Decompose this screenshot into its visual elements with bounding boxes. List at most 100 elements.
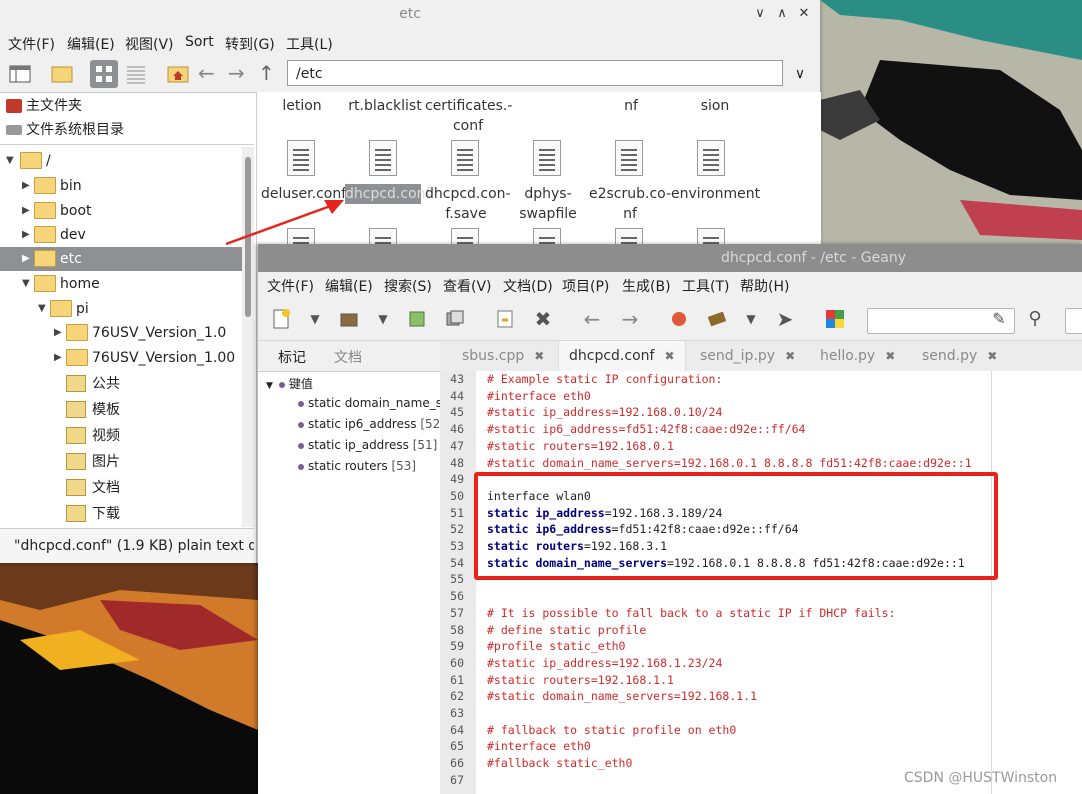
chevron-down-icon[interactable]: ∨ [790, 64, 810, 84]
expand-arrow-icon[interactable]: ▼ [266, 381, 273, 391]
tree-node-76usv-1-00[interactable]: ▶ 76USV_Version_1.00 [52, 346, 242, 370]
menu-project[interactable]: 项目(P) [562, 276, 609, 296]
tree-node-videos[interactable]: 视频 [66, 424, 242, 448]
symbol-item[interactable]: static ip6_address [52] [298, 417, 445, 431]
forward-arrow-icon[interactable]: → [228, 62, 252, 86]
tree-node-76usv-1-0[interactable]: ▶ 76USV_Version_1.0 [52, 321, 242, 345]
menu-view[interactable]: 查看(V) [443, 276, 492, 296]
text-file-icon[interactable] [451, 140, 479, 176]
close-file-icon[interactable]: ✖ [532, 308, 554, 330]
file-dhcpcd-conf-save[interactable]: dhcpcd.con- f.save [425, 184, 511, 224]
menu-tools[interactable]: 工具(T) [682, 276, 729, 296]
maximize-button[interactable]: ∧ [772, 4, 792, 24]
tree-node-pictures[interactable]: 图片 [66, 450, 242, 474]
symbol-root[interactable]: ▼ 键值 [266, 375, 313, 392]
close-tab-icon[interactable]: ✖ [534, 349, 544, 363]
symbol-item[interactable]: static ip_address [51] [298, 438, 437, 452]
tree-node-bin[interactable]: ▶ bin [20, 174, 242, 198]
tree-node-public[interactable]: 公共 [66, 372, 242, 396]
collapse-arrow-icon[interactable]: ▶ [54, 346, 66, 370]
goto-line-input[interactable] [1065, 308, 1082, 334]
forward-arrow-icon[interactable]: → [619, 308, 641, 330]
place-home[interactable]: 主文件夹 [6, 95, 82, 117]
new-tab-icon[interactable] [50, 62, 74, 86]
build-icon[interactable] [706, 308, 728, 330]
collapse-arrow-icon[interactable]: ▶ [22, 174, 34, 198]
tree-node-downloads[interactable]: 下载 [66, 502, 242, 526]
file-e2scrub-conf[interactable]: e2scrub.co- nf [587, 184, 673, 224]
file-item-label[interactable]: certificates.- conf [425, 96, 512, 136]
text-file-icon[interactable] [533, 140, 561, 176]
close-tab-icon[interactable]: ✖ [885, 349, 895, 363]
minimize-button[interactable]: ∨ [750, 4, 770, 24]
expand-arrow-icon[interactable]: ▼ [22, 272, 34, 296]
tab-documents[interactable]: 文档 [334, 347, 362, 367]
expand-arrow-icon[interactable]: ▼ [38, 297, 50, 321]
search-icon[interactable]: ⚲ [1024, 308, 1046, 330]
collapse-arrow-icon[interactable]: ▶ [22, 223, 34, 247]
file-environment[interactable]: environment [671, 184, 760, 204]
back-arrow-icon[interactable]: ← [581, 308, 603, 330]
home-icon[interactable] [166, 62, 190, 86]
new-file-icon[interactable] [270, 308, 292, 330]
execute-icon[interactable]: ➤ [774, 308, 796, 330]
new-window-icon[interactable] [8, 62, 32, 86]
file-dphys-swapfile[interactable]: dphys- swapfile [515, 184, 581, 224]
collapse-arrow-icon[interactable]: ▶ [22, 247, 34, 271]
expand-arrow-icon[interactable]: ▼ [6, 149, 18, 173]
close-tab-icon[interactable]: ✖ [664, 349, 674, 363]
text-file-icon[interactable] [369, 140, 397, 176]
menu-help[interactable]: 帮助(H) [740, 276, 789, 296]
file-item-label[interactable]: nf [601, 96, 661, 116]
new-file-dropdown-icon[interactable]: ▼ [304, 308, 326, 330]
revert-icon[interactable] [494, 308, 516, 330]
menu-file[interactable]: 文件(F) [8, 34, 55, 54]
tab-send-py[interactable]: send.py ✖ [918, 341, 1001, 371]
tree-node-home[interactable]: ▼ home [20, 272, 242, 296]
symbol-item[interactable]: static routers [53] [298, 459, 416, 473]
open-dropdown-icon[interactable]: ▼ [372, 308, 394, 330]
close-tab-icon[interactable]: ✖ [785, 349, 795, 363]
tab-symbols[interactable]: 标记 [278, 347, 306, 367]
tree-node-etc[interactable]: ▶ etc [0, 247, 242, 271]
open-file-icon[interactable] [338, 308, 360, 330]
menu-tools[interactable]: 工具(L) [286, 34, 333, 54]
compile-icon[interactable] [668, 308, 690, 330]
file-manager-titlebar[interactable]: etc ∨ ∧ ✕ [0, 0, 820, 31]
menu-file[interactable]: 文件(F) [267, 276, 314, 296]
file-item-label[interactable]: rt.blacklist [345, 96, 425, 116]
tab-send-ip-py[interactable]: send_ip.py ✖ [696, 341, 799, 371]
save-icon[interactable] [406, 308, 428, 330]
tab-hello-py[interactable]: hello.py ✖ [816, 341, 899, 371]
color-chooser-icon[interactable] [824, 308, 846, 330]
tree-node-documents[interactable]: 文档 [66, 476, 242, 500]
build-dropdown-icon[interactable]: ▼ [740, 308, 762, 330]
file-item-label[interactable]: letion [267, 96, 337, 116]
tree-node-boot[interactable]: ▶ boot [20, 199, 242, 223]
text-file-icon[interactable] [615, 140, 643, 176]
tab-sbus-cpp[interactable]: sbus.cpp ✖ [458, 341, 548, 371]
tree-node-root[interactable]: ▼ / [4, 149, 242, 173]
close-button[interactable]: ✕ [794, 4, 814, 24]
list-view-icon[interactable] [124, 62, 148, 86]
tree-node-templates[interactable]: 模板 [66, 398, 242, 422]
menu-search[interactable]: 搜索(S) [384, 276, 432, 296]
file-item-label[interactable]: sion [685, 96, 745, 116]
text-file-icon[interactable] [697, 140, 725, 176]
place-root[interactable]: 文件系统根目录 [6, 119, 124, 141]
menu-go[interactable]: 转到(G) [225, 34, 275, 54]
collapse-arrow-icon[interactable]: ▶ [22, 199, 34, 223]
up-arrow-icon[interactable]: ↑ [258, 62, 282, 86]
tree-node-pi[interactable]: ▼ pi [36, 297, 242, 321]
menu-view[interactable]: 视图(V) [125, 34, 174, 54]
geany-titlebar[interactable]: dhcpcd.conf - /etc - Geany [258, 244, 1082, 272]
menu-document[interactable]: 文档(D) [503, 276, 553, 296]
close-tab-icon[interactable]: ✖ [987, 349, 997, 363]
text-file-icon[interactable] [287, 140, 315, 176]
tree-node-dev[interactable]: ▶ dev [20, 223, 242, 247]
menu-build[interactable]: 生成(B) [622, 276, 671, 296]
code-editor[interactable]: 43 44 45 46 47 48 49 50 51 52 53 54 55 56 57 58 59 60 61 62… [440, 371, 1082, 794]
menu-edit[interactable]: 编辑(E) [67, 34, 115, 54]
save-all-icon[interactable] [444, 308, 466, 330]
clear-search-icon[interactable]: ✎ [988, 308, 1010, 330]
